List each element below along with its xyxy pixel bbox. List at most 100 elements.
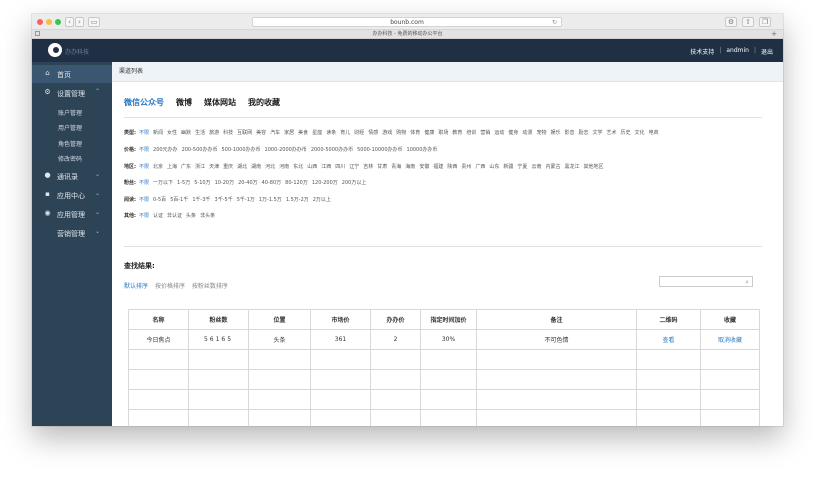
filter-option[interactable]: 健身 bbox=[508, 130, 518, 136]
filter-option[interactable]: 不限 bbox=[139, 197, 149, 203]
address-bar[interactable]: bounb.com ↻ bbox=[252, 17, 562, 27]
filter-option[interactable]: 体育 bbox=[410, 130, 420, 136]
filter-option[interactable]: 10-20万 bbox=[215, 180, 235, 186]
new-tab-button[interactable]: + bbox=[771, 30, 777, 39]
filter-option[interactable]: 青海 bbox=[391, 164, 401, 170]
filter-option[interactable]: 上海 bbox=[167, 164, 177, 170]
filter-option[interactable]: 广西 bbox=[475, 164, 485, 170]
tabs-overview-icon[interactable]: ❐ bbox=[759, 17, 771, 27]
filter-option[interactable]: 2000-5000办办币 bbox=[311, 147, 353, 153]
filter-option[interactable]: 运动 bbox=[494, 130, 504, 136]
filter-option[interactable]: 生活 bbox=[195, 130, 205, 136]
filter-option[interactable]: 不限 bbox=[139, 130, 149, 136]
filter-option[interactable]: 贵州 bbox=[461, 164, 471, 170]
sidebar-subitem-roles[interactable]: 角色管理 bbox=[58, 139, 82, 148]
filter-option[interactable]: 四川 bbox=[335, 164, 345, 170]
filter-option[interactable]: 湖南 bbox=[251, 164, 261, 170]
filter-option[interactable]: 3千-5千 bbox=[215, 197, 233, 203]
filter-option[interactable]: 1000-2000办办币 bbox=[265, 147, 307, 153]
filter-option[interactable]: 河南 bbox=[279, 164, 289, 170]
filter-option[interactable]: 非头条 bbox=[200, 213, 215, 219]
zoom-window-button[interactable] bbox=[55, 19, 61, 25]
sidebar-item-contacts[interactable]: ● 通讯录 ⌄ bbox=[32, 167, 112, 185]
filter-option[interactable]: 200-500办办币 bbox=[182, 147, 218, 153]
filter-option[interactable]: 互联网 bbox=[237, 130, 252, 136]
filter-option[interactable]: 1千-3千 bbox=[192, 197, 210, 203]
filter-option[interactable]: 历史 bbox=[621, 130, 631, 136]
username-link[interactable]: andmin bbox=[726, 47, 749, 56]
filter-option[interactable]: 不限 bbox=[139, 180, 149, 186]
filter-option[interactable]: 200万以上 bbox=[342, 180, 367, 186]
filter-option[interactable]: 海南 bbox=[405, 164, 415, 170]
sidebar-item-settings[interactable]: ⚙ 设置管理 ⌃ bbox=[32, 84, 112, 102]
filter-option[interactable]: 头条 bbox=[186, 213, 196, 219]
filter-option[interactable]: 动漫 bbox=[522, 130, 532, 136]
filter-option[interactable]: 不限 bbox=[139, 147, 149, 153]
tab-media-sites[interactable]: 媒体网站 bbox=[204, 97, 236, 108]
filter-option[interactable]: 文化 bbox=[635, 130, 645, 136]
filter-option[interactable]: 旅游 bbox=[209, 130, 219, 136]
filter-option[interactable]: 山西 bbox=[307, 164, 317, 170]
filter-option[interactable]: 重庆 bbox=[223, 164, 233, 170]
tab-weibo[interactable]: 微博 bbox=[176, 97, 192, 108]
filter-option[interactable]: 甘肃 bbox=[377, 164, 387, 170]
filter-option[interactable]: 湖北 bbox=[237, 164, 247, 170]
search-input[interactable]: ⌕ bbox=[659, 276, 753, 287]
filter-option[interactable]: 游戏 bbox=[382, 130, 392, 136]
filter-option[interactable]: 家居 bbox=[284, 130, 294, 136]
filter-option[interactable]: 科技 bbox=[223, 130, 233, 136]
filter-option[interactable]: 1-5万 bbox=[177, 180, 190, 186]
filter-option[interactable]: 辽宁 bbox=[349, 164, 359, 170]
settings-icon[interactable]: ⚙ bbox=[725, 17, 737, 27]
sidebar-item-home[interactable]: ⌂ 首页 bbox=[32, 65, 112, 83]
filter-option[interactable]: 女性 bbox=[167, 130, 177, 136]
filter-option[interactable]: 1万-1.5万 bbox=[259, 197, 282, 203]
filter-option[interactable]: 江西 bbox=[321, 164, 331, 170]
filter-option[interactable]: 不限 bbox=[139, 213, 149, 219]
sort-by-price[interactable]: 按价格排序 bbox=[155, 283, 185, 290]
back-button[interactable]: ‹ bbox=[65, 17, 74, 27]
filter-option[interactable]: 陕西 bbox=[447, 164, 457, 170]
filter-option[interactable]: 新疆 bbox=[503, 164, 513, 170]
unfavorite-link[interactable]: 取消收藏 bbox=[718, 337, 742, 344]
filter-option[interactable]: 读条 bbox=[326, 130, 336, 136]
filter-option[interactable]: 40-80万 bbox=[262, 180, 282, 186]
filter-option[interactable]: 80-120万 bbox=[285, 180, 308, 186]
forward-button[interactable]: › bbox=[75, 17, 84, 27]
sidebar-toggle-icon[interactable]: ▭ bbox=[88, 17, 100, 27]
filter-option[interactable]: 新闻 bbox=[153, 130, 163, 136]
filter-option[interactable]: 浙江 bbox=[195, 164, 205, 170]
reload-icon[interactable]: ↻ bbox=[552, 18, 557, 27]
view-qrcode-link[interactable]: 查看 bbox=[662, 337, 674, 344]
filter-option[interactable]: 职场 bbox=[438, 130, 448, 136]
share-icon[interactable]: ⇧ bbox=[742, 17, 754, 27]
sort-by-fans[interactable]: 按粉丝数排序 bbox=[192, 283, 228, 290]
filter-option[interactable]: 认证 bbox=[153, 213, 163, 219]
filter-option[interactable]: 非认证 bbox=[167, 213, 182, 219]
filter-option[interactable]: 5百-1千 bbox=[170, 197, 188, 203]
filter-option[interactable]: 500-1000办办币 bbox=[221, 147, 260, 153]
filter-option[interactable]: 健康 bbox=[424, 130, 434, 136]
filter-option[interactable]: 励志 bbox=[578, 130, 588, 136]
sidebar-subitem-accounts[interactable]: 账户管理 bbox=[58, 108, 82, 117]
filter-option[interactable]: 天津 bbox=[209, 164, 219, 170]
filter-option[interactable]: 山东 bbox=[489, 164, 499, 170]
filter-option[interactable]: 财经 bbox=[354, 130, 364, 136]
sidebar-item-marketing[interactable]: 营销管理 ⌄ bbox=[32, 224, 112, 242]
filter-option[interactable]: 吉林 bbox=[363, 164, 373, 170]
filter-option[interactable]: 电商 bbox=[649, 130, 659, 136]
filter-option[interactable]: 影音 bbox=[564, 130, 574, 136]
tech-support-link[interactable]: 技术支持 bbox=[690, 47, 714, 56]
filter-option[interactable]: 培训 bbox=[466, 130, 476, 136]
filter-option[interactable]: 内蒙古 bbox=[545, 164, 560, 170]
filter-option[interactable]: 幽默 bbox=[181, 130, 191, 136]
sidebar-subitem-users[interactable]: 用户管理 bbox=[58, 123, 82, 132]
filter-option[interactable]: 200元办办 bbox=[153, 147, 178, 153]
filter-option[interactable]: 福建 bbox=[433, 164, 443, 170]
filter-option[interactable]: 宠物 bbox=[536, 130, 546, 136]
filter-option[interactable]: 2万以上 bbox=[313, 197, 331, 203]
minimize-window-button[interactable] bbox=[46, 19, 52, 25]
logout-link[interactable]: 退出 bbox=[761, 47, 773, 56]
filter-option[interactable]: 安徽 bbox=[419, 164, 429, 170]
filter-option[interactable]: 河北 bbox=[265, 164, 275, 170]
